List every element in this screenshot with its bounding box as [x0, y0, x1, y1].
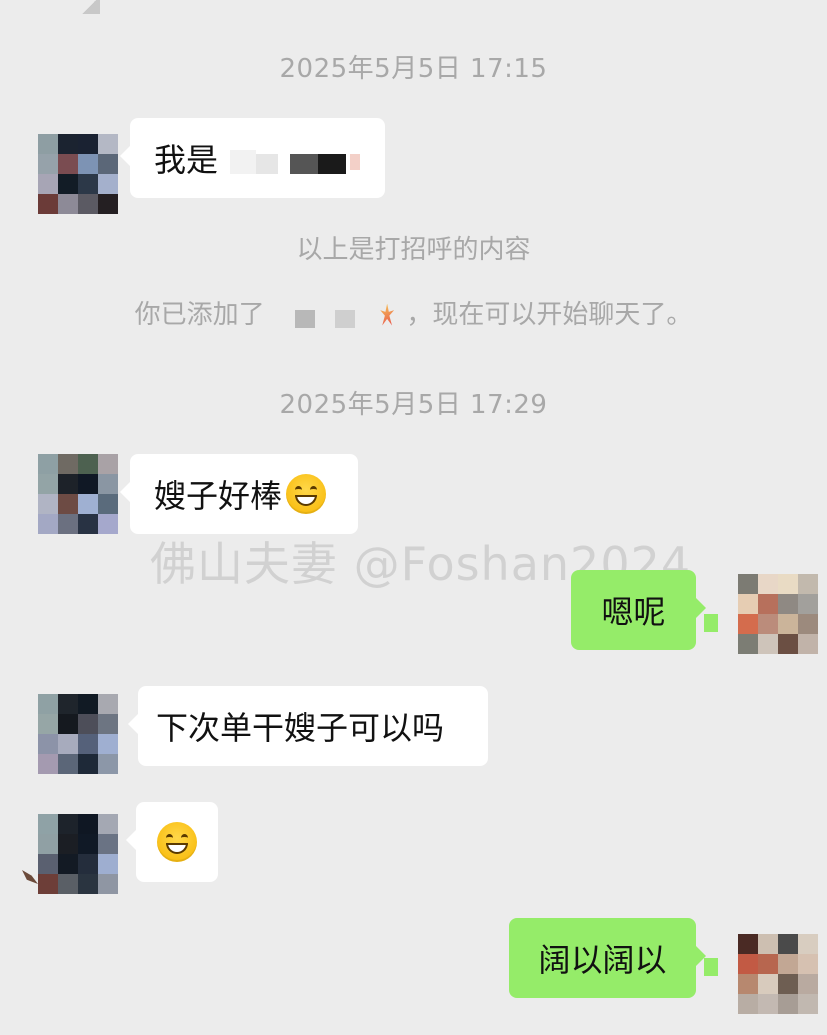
message-text: 嗯呢 [601, 593, 666, 631]
redacted-name [230, 140, 370, 180]
my-avatar[interactable] [738, 574, 818, 654]
message-bubble-greeting[interactable]: 我是 [120, 118, 385, 198]
system-message-greeting: 以上是打招呼的内容 [296, 235, 531, 265]
sparkle-emoji-icon [376, 302, 398, 330]
contact-avatar[interactable] [38, 454, 118, 534]
contact-avatar[interactable] [38, 134, 118, 214]
system-added-suffix: ，现在可以开始聊天了。 [406, 300, 693, 330]
redacted-contact-name [273, 304, 368, 328]
timestamp: 2025年5月5日 17:29 [279, 390, 548, 420]
top-edge-artifact [78, 0, 100, 14]
timestamp: 2025年5月5日 17:15 [279, 54, 548, 84]
message-bubble-outgoing[interactable]: 嗯呢 [571, 570, 706, 650]
contact-avatar[interactable] [38, 814, 118, 894]
green-artifact [704, 958, 718, 976]
system-message-added: 你已添加了 ，现在可以开始聊天了。 [0, 294, 827, 331]
message-bubble[interactable]: 嫂子好棒 [120, 454, 358, 534]
message-text: 下次单干嫂子可以吗 [156, 709, 445, 747]
grinning-face-emoji-icon [286, 474, 327, 514]
contact-avatar[interactable] [38, 694, 118, 774]
message-bubble[interactable]: 下次单干嫂子可以吗 [128, 686, 488, 766]
message-text: 我是 [154, 141, 219, 179]
system-added-prefix: 你已添加了 [134, 300, 265, 330]
message-bubble-emoji[interactable] [126, 802, 218, 882]
message-text: 阔以阔以 [538, 941, 667, 979]
message-text: 嫂子好棒 [154, 477, 283, 515]
my-avatar[interactable] [738, 934, 818, 1014]
message-bubble-outgoing[interactable]: 阔以阔以 [509, 918, 706, 998]
green-artifact [704, 614, 718, 632]
grinning-face-emoji-icon [157, 822, 197, 862]
edge-artifact [22, 870, 38, 884]
